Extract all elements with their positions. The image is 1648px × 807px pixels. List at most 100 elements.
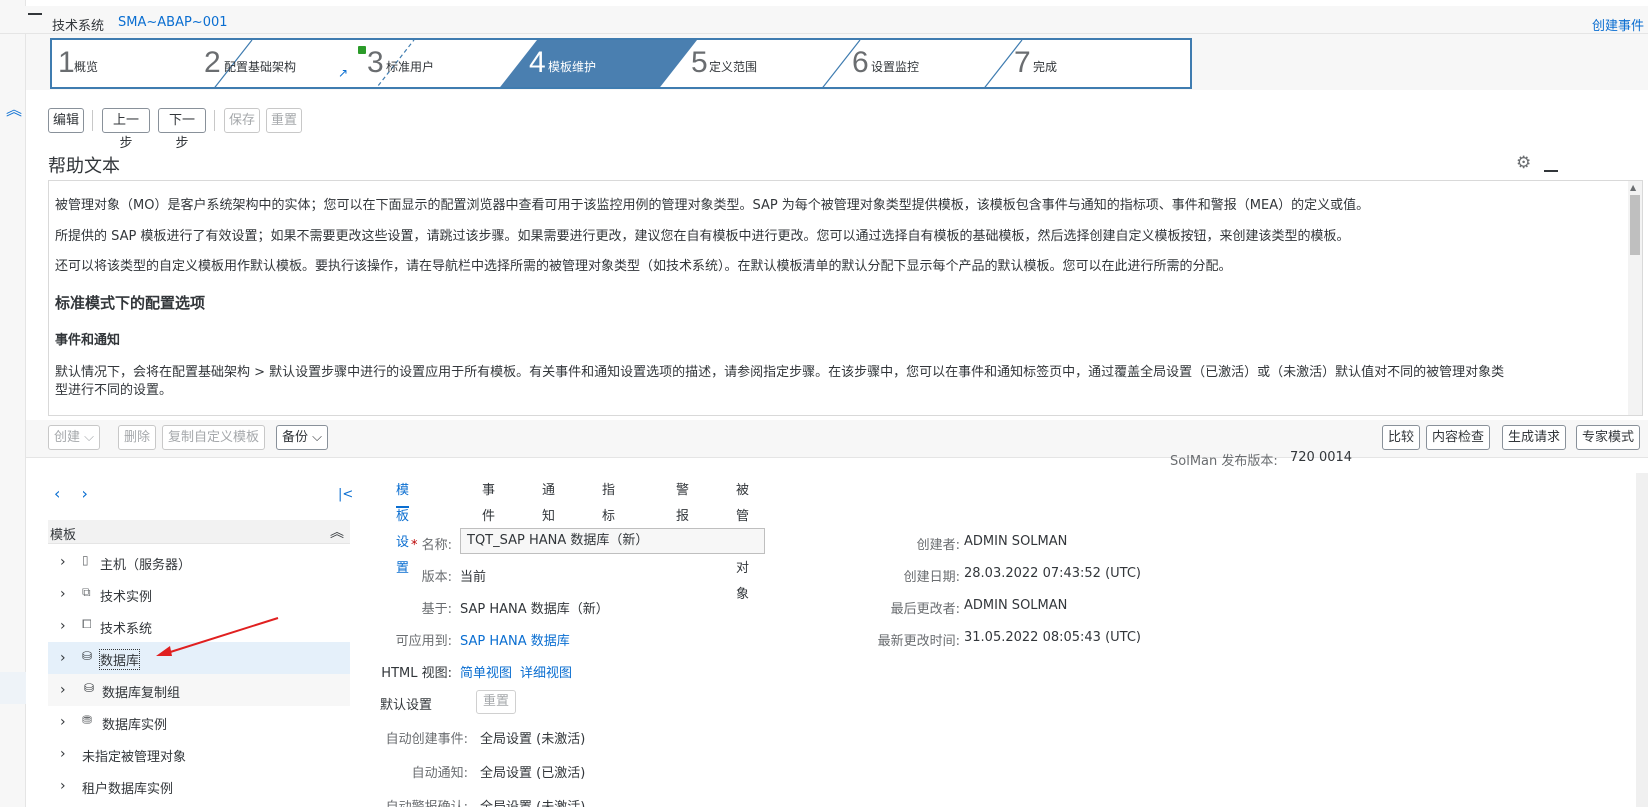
auto-event-label: 自动创建事件: <box>385 732 468 747</box>
help-paragraph: 还可以将该类型的自定义模板用作默认模板。要执行该操作，请在导航栏中选择所需的被管… <box>55 259 1232 274</box>
reset-button[interactable]: 重置 <box>266 108 302 133</box>
step-label: 定义范围 <box>709 60 758 74</box>
tree-item-technical-instance[interactable]: › ⧉ 技术实例 <box>48 578 350 610</box>
left-strip-selection <box>0 672 26 704</box>
generate-request-button[interactable]: 生成请求 <box>1502 425 1567 450</box>
tab-notifications[interactable]: 通知 <box>542 478 555 524</box>
edit-button[interactable]: 编辑 <box>48 108 84 133</box>
step-label: 模板维护 <box>548 60 597 74</box>
step-label: 完成 <box>1033 60 1058 74</box>
help-heading: 标准模式下的配置选项 <box>55 294 206 312</box>
minimize-icon[interactable] <box>1544 170 1558 172</box>
scrollbar-thumb[interactable] <box>1630 195 1640 255</box>
last-changed-time-value: 31.05.2022 08:05:43 (UTC) <box>964 630 1141 645</box>
gear-icon[interactable]: ⚙ <box>1516 154 1534 172</box>
nav-arrows[interactable]: ‹ › <box>54 484 96 503</box>
create-dropdown-button[interactable]: 创建 ⌵ <box>48 425 101 450</box>
help-text-title: 帮助文本 <box>48 156 120 177</box>
creator-label: 创建者: <box>916 538 960 553</box>
next-step-button[interactable]: 下一步 <box>158 108 206 151</box>
compare-button[interactable]: 比较 <box>1382 425 1421 450</box>
chevron-right-icon[interactable]: › <box>60 554 66 570</box>
system-icon: ⧠ <box>82 617 92 631</box>
expert-mode-button[interactable]: 专家模式 <box>1576 425 1641 450</box>
right-gutter <box>1636 473 1648 807</box>
auto-notify-value: 全局设置 (已激活) <box>480 766 586 781</box>
tab-metrics[interactable]: 指标项 <box>602 478 615 550</box>
tab-events[interactable]: 事件 <box>482 478 495 524</box>
active-step-shape <box>500 40 697 87</box>
scroll-up-icon[interactable]: ▲ <box>1630 183 1636 192</box>
help-paragraph: 所提供的 SAP 模板进行了有效设置；如果不需要更改这些设置，请跳过该步骤。如果… <box>55 229 1350 244</box>
version-value: 当前 <box>460 570 487 585</box>
chevron-right-icon[interactable]: › <box>60 586 66 602</box>
double-chevron-up-icon[interactable]: ︽ <box>4 98 24 122</box>
tree-item-host[interactable]: › ▯ 主机（服务器） <box>48 546 350 578</box>
header-bar <box>0 6 1648 34</box>
previous-step-button[interactable]: 上一步 <box>102 108 150 151</box>
chevron-right-icon[interactable]: › <box>60 778 66 794</box>
created-date-label: 创建日期: <box>903 570 960 585</box>
tab-managed-objects[interactable]: 被管理对象 <box>736 478 749 602</box>
chevron-right-icon[interactable]: › <box>60 682 66 698</box>
step-status-dot <box>358 46 366 54</box>
applicable-to-link[interactable]: SAP HANA 数据库 <box>460 630 570 649</box>
tree-item-label: 技术系统 <box>100 622 153 637</box>
help-paragraph: 型进行不同的设置。 <box>55 383 173 398</box>
name-input[interactable]: TQT_SAP HANA 数据库（新） <box>460 528 765 554</box>
header-system-link[interactable]: SMA~ABAP~001 <box>118 15 228 30</box>
step-number: 4 <box>529 46 546 79</box>
header-label: 技术系统 <box>52 19 105 34</box>
help-subheading: 事件和通知 <box>55 333 121 348</box>
tree-item-database-instance[interactable]: › ⛃ 数据库实例 <box>48 706 350 738</box>
tree-item-database-replication-group[interactable]: › ⛁ 数据库复制组 <box>48 674 350 706</box>
help-text-panel: 被管理对象（MO）是客户系统架构中的实体；您可以在下面显示的配置浏览器中查看可用… <box>48 180 1643 416</box>
chevron-right-icon[interactable]: › <box>60 746 66 762</box>
tree-item-label: 租户数据库实例 <box>82 782 174 797</box>
tree-item-label: 技术实例 <box>100 590 153 605</box>
collapse-panel-icon[interactable]: |< <box>338 487 353 502</box>
backup-dropdown-button[interactable]: 备份 ⌵ <box>276 425 329 450</box>
tree-item-label: 数据库 <box>98 649 141 670</box>
release-label: SolMan 发布版本: <box>1170 454 1278 469</box>
double-chevron-up-icon[interactable]: ︽ <box>330 522 344 542</box>
help-scrollbar[interactable]: ▲ <box>1628 181 1642 415</box>
tree-item-label: 数据库实例 <box>102 718 168 733</box>
tree-item-tenant-database-instance[interactable]: › 租户数据库实例 <box>48 770 350 802</box>
chevron-right-icon[interactable]: › <box>60 714 66 730</box>
auto-notify-label: 自动通知: <box>411 766 468 781</box>
host-icon: ▯ <box>82 553 89 567</box>
auto-alert-value: 全局设置 (未激活) <box>480 796 585 807</box>
copy-custom-template-button[interactable]: 复制自定义模板 <box>162 425 266 450</box>
toolbar-separator <box>92 110 93 131</box>
chevron-right-icon[interactable]: › <box>60 618 66 634</box>
tab-alerts[interactable]: 警报 <box>676 478 689 524</box>
last-changed-time-label: 最新更改时间: <box>877 634 960 649</box>
tree-header-label: 模板 <box>50 528 77 543</box>
content-check-button[interactable]: 内容检查 <box>1426 425 1491 450</box>
save-button[interactable]: 保存 <box>224 108 260 133</box>
step-label: 标准用户 <box>386 60 435 74</box>
name-label: * 名称: <box>360 534 452 553</box>
simple-view-link[interactable]: 简单视图 <box>460 662 512 681</box>
create-event-link[interactable]: 创建事件 <box>1592 15 1644 34</box>
based-on-value: SAP HANA 数据库（新） <box>460 602 609 617</box>
delete-button[interactable]: 删除 <box>118 425 157 450</box>
auto-alert-label: 自动警报确认: <box>360 796 468 807</box>
collapse-icon[interactable] <box>28 13 42 15</box>
step-label: 概览 <box>74 60 99 74</box>
tab-template-settings[interactable]: 模板设置 <box>396 478 410 576</box>
required-marker: * <box>410 538 422 553</box>
db-instance-icon: ⛃ <box>82 713 93 727</box>
link-arrow-icon: ↗ <box>338 66 349 80</box>
tree-item-unspecified-managed-object[interactable]: › 未指定被管理对象 <box>48 738 350 770</box>
annotation-arrow <box>156 617 279 656</box>
default-reset-button[interactable]: 重置 <box>476 690 517 714</box>
detail-view-link[interactable]: 详细视图 <box>520 662 572 681</box>
tree-item-label: 未指定被管理对象 <box>82 750 187 765</box>
chevron-down-icon: ⌵ <box>312 430 323 445</box>
name-label-text: 名称: <box>421 538 452 553</box>
chevron-right-icon[interactable]: › <box>60 650 66 666</box>
step-number: 2 <box>204 46 221 79</box>
last-changed-by-value: ADMIN SOLMAN <box>964 598 1068 613</box>
